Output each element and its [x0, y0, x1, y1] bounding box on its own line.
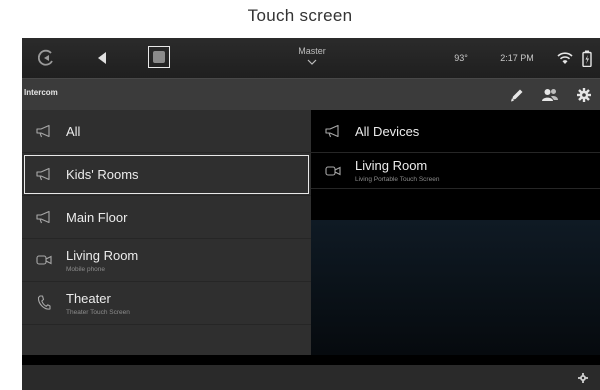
megaphone-icon	[311, 124, 355, 138]
phone-icon	[22, 295, 66, 311]
list-item-label: All	[66, 123, 81, 139]
figure-caption: Touch screen	[247, 6, 353, 25]
list-item-all-devices[interactable]: All Devices	[311, 110, 600, 153]
time-text: 2:17 PM	[500, 53, 534, 63]
intercom-group-list: All Kids' Rooms Main Floor Living Room M…	[22, 110, 311, 355]
battery-icon	[579, 47, 595, 69]
list-item-kids-rooms[interactable]: Kids' Rooms	[22, 153, 311, 196]
list-item-label: Living Room	[355, 158, 428, 173]
touch-screen-device: Master 93° 2:17 PM Intercom All Kids' Ro…	[22, 38, 600, 390]
logo-icon[interactable]	[36, 48, 58, 68]
video-camera-icon	[311, 165, 355, 177]
bottom-bar	[22, 365, 600, 390]
people-icon[interactable]	[540, 85, 560, 105]
list-item-all[interactable]: All	[22, 110, 311, 153]
wifi-icon	[555, 48, 575, 68]
chevron-down-icon[interactable]	[304, 58, 320, 66]
list-item-theater[interactable]: Theater Theater Touch Screen	[22, 282, 311, 325]
list-item-label: All Devices	[355, 123, 420, 139]
list-item-living-room[interactable]: Living Room Mobile phone	[22, 239, 311, 282]
app-toolbar: Intercom	[22, 78, 600, 111]
settings-gear-icon[interactable]	[574, 85, 594, 105]
camera-app-icon[interactable]	[148, 46, 170, 68]
list-item-main-floor[interactable]: Main Floor	[22, 196, 311, 239]
list-item-label: Main Floor	[66, 209, 128, 225]
list-item-subtitle: Living Portable Touch Screen	[355, 176, 440, 183]
temperature-text: 93°	[454, 53, 468, 63]
list-item-label: Theater	[66, 290, 111, 306]
video-camera-icon	[22, 254, 66, 266]
back-arrow-icon[interactable]	[92, 48, 112, 68]
list-item-living-room-device[interactable]: Living Room Living Portable Touch Screen	[311, 153, 600, 189]
device-list: All Devices Living Room Living Portable …	[311, 110, 600, 355]
status-bar: Master 93° 2:17 PM	[22, 38, 600, 78]
megaphone-icon	[22, 167, 66, 181]
list-item-subtitle: Theater Touch Screen	[66, 308, 130, 316]
megaphone-icon	[22, 210, 66, 224]
intercom-title: Intercom	[24, 88, 58, 97]
edit-icon[interactable]	[507, 85, 527, 105]
settings-small-icon[interactable]	[577, 372, 589, 384]
list-item-label: Kids' Rooms	[66, 166, 139, 182]
master-title[interactable]: Master	[272, 44, 352, 58]
list-item-subtitle: Mobile phone	[66, 265, 106, 273]
empty-background	[311, 220, 600, 355]
list-item-label: Living Room	[66, 247, 139, 263]
megaphone-icon	[22, 124, 66, 138]
